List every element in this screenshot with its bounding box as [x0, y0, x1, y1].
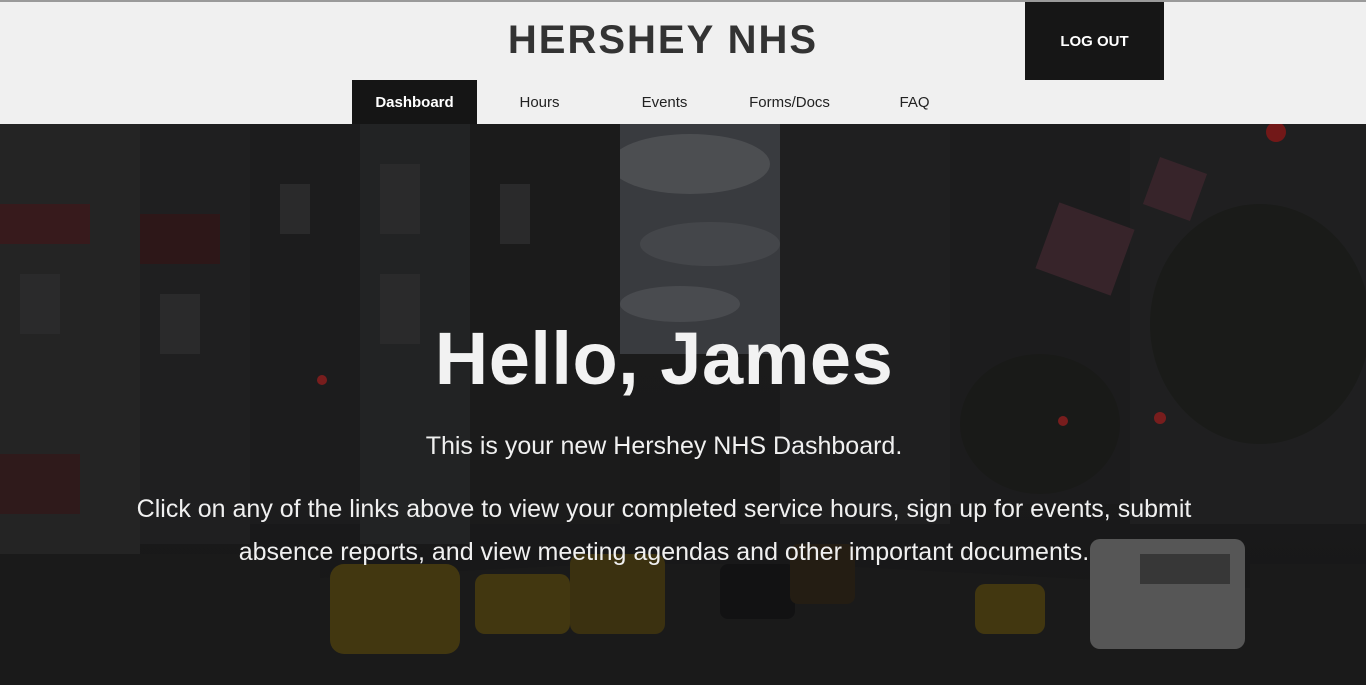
greeting-heading: Hello, James: [434, 317, 894, 400]
nav-item-dashboard[interactable]: Dashboard: [352, 80, 477, 124]
hero-banner: Hello, James This is your new Hershey NH…: [0, 124, 1366, 685]
dashboard-instructions: Click on any of the links above to view …: [136, 495, 1192, 566]
dashboard-subtitle: This is your new Hershey NHS Dashboard.: [425, 432, 903, 460]
main-nav: Dashboard Hours Events Forms/Docs FAQ: [352, 80, 977, 124]
dark-overlay: [0, 124, 1366, 685]
logout-button[interactable]: LOG OUT: [1025, 2, 1164, 80]
nav-item-faq[interactable]: FAQ: [852, 80, 977, 124]
nav-item-hours[interactable]: Hours: [477, 80, 602, 124]
nav-item-events[interactable]: Events: [602, 80, 727, 124]
site-header: HERSHEY NHS LOG OUT Dashboard Hours Even…: [0, 2, 1366, 124]
nav-item-forms-docs[interactable]: Forms/Docs: [727, 80, 852, 124]
